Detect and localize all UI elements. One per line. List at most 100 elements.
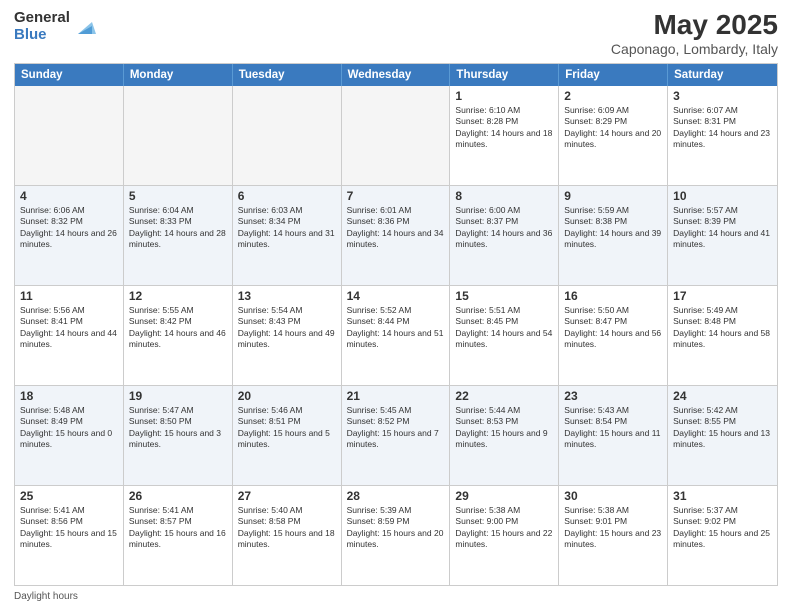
logo-general: General xyxy=(14,10,70,27)
day-number: 3 xyxy=(673,89,772,103)
day-number: 20 xyxy=(238,389,336,403)
day-info: Sunrise: 5:59 AMSunset: 8:38 PMDaylight:… xyxy=(564,205,662,251)
day-number: 9 xyxy=(564,189,662,203)
calendar-header-row: SundayMondayTuesdayWednesdayThursdayFrid… xyxy=(15,64,777,86)
day-number: 5 xyxy=(129,189,227,203)
calendar-cell: 12Sunrise: 5:55 AMSunset: 8:42 PMDayligh… xyxy=(124,286,233,385)
day-number: 31 xyxy=(673,489,772,503)
calendar-header-cell: Thursday xyxy=(450,64,559,86)
calendar-cell: 22 Sunrise: 5:44 AMSunset: 8:53 PMDayligh… xyxy=(450,386,559,485)
day-number: 18 xyxy=(20,389,118,403)
day-info: Sunrise: 5:54 AMSunset: 8:43 PMDaylight:… xyxy=(238,305,336,351)
day-info: Sunrise: 6:10 AMSunset: 8:28 PMDaylight:… xyxy=(455,105,553,151)
calendar-cell: 7 Sunrise: 6:01 AMSunset: 8:36 PMDaylight… xyxy=(342,186,451,285)
day-number: 21 xyxy=(347,389,445,403)
calendar-cell: 26 Sunrise: 5:41 AMSunset: 8:57 PMDayligh… xyxy=(124,486,233,585)
calendar-cell: 15 Sunrise: 5:51 AMSunset: 8:45 PMDayligh… xyxy=(450,286,559,385)
day-info: Sunrise: 5:47 AMSunset: 8:50 PMDaylight:… xyxy=(129,405,227,451)
location: Caponago, Lombardy, Italy xyxy=(611,41,778,57)
day-info: Sunrise: 6:07 AMSunset: 8:31 PMDaylight:… xyxy=(673,105,772,151)
calendar-header-cell: Wednesday xyxy=(342,64,451,86)
calendar-cell: 17 Sunrise: 5:49 AMSunset: 8:48 PMDayligh… xyxy=(668,286,777,385)
calendar-cell: 5 Sunrise: 6:04 AMSunset: 8:33 PMDaylight… xyxy=(124,186,233,285)
calendar-header-cell: Tuesday xyxy=(233,64,342,86)
calendar-cell: 2 Sunrise: 6:09 AMSunset: 8:29 PMDaylight… xyxy=(559,86,668,185)
calendar-cell xyxy=(124,86,233,185)
day-info: Sunrise: 5:40 AMSunset: 8:58 PMDaylight:… xyxy=(238,505,336,551)
calendar-cell: 9 Sunrise: 5:59 AMSunset: 8:38 PMDaylight… xyxy=(559,186,668,285)
day-number: 29 xyxy=(455,489,553,503)
day-info: Sunrise: 5:44 AMSunset: 8:53 PMDaylight:… xyxy=(455,405,553,451)
calendar-header-cell: Monday xyxy=(124,64,233,86)
calendar-cell: 11Sunrise: 5:56 AMSunset: 8:41 PMDayligh… xyxy=(15,286,124,385)
day-number: 2 xyxy=(564,89,662,103)
logo-icon xyxy=(74,16,96,38)
calendar-cell: 4 Sunrise: 6:06 AMSunset: 8:32 PMDaylight… xyxy=(15,186,124,285)
day-info: Sunrise: 5:41 AMSunset: 8:56 PMDaylight:… xyxy=(20,505,118,551)
day-number: 23 xyxy=(564,389,662,403)
day-number: 19 xyxy=(129,389,227,403)
logo-blue: Blue xyxy=(14,27,70,44)
day-number: 22 xyxy=(455,389,553,403)
calendar-cell: 8Sunrise: 6:00 AMSunset: 8:37 PMDaylight… xyxy=(450,186,559,285)
day-number: 7 xyxy=(347,189,445,203)
calendar-cell: 3 Sunrise: 6:07 AMSunset: 8:31 PMDaylight… xyxy=(668,86,777,185)
day-info: Sunrise: 5:37 AMSunset: 9:02 PMDaylight:… xyxy=(673,505,772,551)
calendar: SundayMondayTuesdayWednesdayThursdayFrid… xyxy=(14,63,778,586)
header: General Blue May 2025 Caponago, Lombardy… xyxy=(14,10,778,57)
calendar-cell: 18 Sunrise: 5:48 AMSunset: 8:49 PMDayligh… xyxy=(15,386,124,485)
calendar-cell: 23 Sunrise: 5:43 AMSunset: 8:54 PMDayligh… xyxy=(559,386,668,485)
header-right: May 2025 Caponago, Lombardy, Italy xyxy=(611,10,778,57)
calendar-header-cell: Sunday xyxy=(15,64,124,86)
day-info: Sunrise: 5:52 AMSunset: 8:44 PMDaylight:… xyxy=(347,305,445,351)
day-info: Sunrise: 6:09 AMSunset: 8:29 PMDaylight:… xyxy=(564,105,662,151)
calendar-body: 1 Sunrise: 6:10 AMSunset: 8:28 PMDaylight… xyxy=(15,86,777,585)
day-info: Sunrise: 5:43 AMSunset: 8:54 PMDaylight:… xyxy=(564,405,662,451)
day-info: Sunrise: 5:48 AMSunset: 8:49 PMDaylight:… xyxy=(20,405,118,451)
daylight-hours-label: Daylight hours xyxy=(14,591,78,602)
day-info: Sunrise: 5:46 AMSunset: 8:51 PMDaylight:… xyxy=(238,405,336,451)
calendar-cell: 30 Sunrise: 5:38 AMSunset: 9:01 PMDayligh… xyxy=(559,486,668,585)
calendar-cell: 16 Sunrise: 5:50 AMSunset: 8:47 PMDayligh… xyxy=(559,286,668,385)
day-info: Sunrise: 6:01 AMSunset: 8:36 PMDaylight:… xyxy=(347,205,445,251)
day-number: 26 xyxy=(129,489,227,503)
day-number: 4 xyxy=(20,189,118,203)
day-number: 16 xyxy=(564,289,662,303)
day-number: 15 xyxy=(455,289,553,303)
day-number: 12 xyxy=(129,289,227,303)
day-info: Sunrise: 5:38 AMSunset: 9:01 PMDaylight:… xyxy=(564,505,662,551)
day-info: Sunrise: 5:45 AMSunset: 8:52 PMDaylight:… xyxy=(347,405,445,451)
calendar-row: 18 Sunrise: 5:48 AMSunset: 8:49 PMDayligh… xyxy=(15,386,777,486)
calendar-cell: 1 Sunrise: 6:10 AMSunset: 8:28 PMDaylight… xyxy=(450,86,559,185)
day-info: Sunrise: 5:51 AMSunset: 8:45 PMDaylight:… xyxy=(455,305,553,351)
day-info: Sunrise: 5:39 AMSunset: 8:59 PMDaylight:… xyxy=(347,505,445,551)
day-info: Sunrise: 5:56 AMSunset: 8:41 PMDaylight:… xyxy=(20,305,118,351)
day-info: Sunrise: 6:00 AMSunset: 8:37 PMDaylight:… xyxy=(455,205,553,251)
day-number: 30 xyxy=(564,489,662,503)
day-info: Sunrise: 6:06 AMSunset: 8:32 PMDaylight:… xyxy=(20,205,118,251)
calendar-row: 11Sunrise: 5:56 AMSunset: 8:41 PMDayligh… xyxy=(15,286,777,386)
calendar-header-cell: Friday xyxy=(559,64,668,86)
day-number: 28 xyxy=(347,489,445,503)
day-info: Sunrise: 5:49 AMSunset: 8:48 PMDaylight:… xyxy=(673,305,772,351)
calendar-header-cell: Saturday xyxy=(668,64,777,86)
day-number: 13 xyxy=(238,289,336,303)
day-info: Sunrise: 6:04 AMSunset: 8:33 PMDaylight:… xyxy=(129,205,227,251)
calendar-row: 25Sunrise: 5:41 AMSunset: 8:56 PMDayligh… xyxy=(15,486,777,585)
calendar-cell xyxy=(342,86,451,185)
day-info: Sunrise: 5:41 AMSunset: 8:57 PMDaylight:… xyxy=(129,505,227,551)
logo-text: General Blue xyxy=(14,10,70,43)
day-info: Sunrise: 5:57 AMSunset: 8:39 PMDaylight:… xyxy=(673,205,772,251)
day-info: Sunrise: 5:50 AMSunset: 8:47 PMDaylight:… xyxy=(564,305,662,351)
day-info: Sunrise: 6:03 AMSunset: 8:34 PMDaylight:… xyxy=(238,205,336,251)
day-number: 10 xyxy=(673,189,772,203)
calendar-cell: 29 Sunrise: 5:38 AMSunset: 9:00 PMDayligh… xyxy=(450,486,559,585)
day-number: 17 xyxy=(673,289,772,303)
calendar-cell: 28 Sunrise: 5:39 AMSunset: 8:59 PMDayligh… xyxy=(342,486,451,585)
calendar-row: 4 Sunrise: 6:06 AMSunset: 8:32 PMDaylight… xyxy=(15,186,777,286)
day-number: 1 xyxy=(455,89,553,103)
day-number: 14 xyxy=(347,289,445,303)
day-info: Sunrise: 5:38 AMSunset: 9:00 PMDaylight:… xyxy=(455,505,553,551)
logo: General Blue xyxy=(14,10,96,43)
calendar-cell: 31 Sunrise: 5:37 AMSunset: 9:02 PMDayligh… xyxy=(668,486,777,585)
